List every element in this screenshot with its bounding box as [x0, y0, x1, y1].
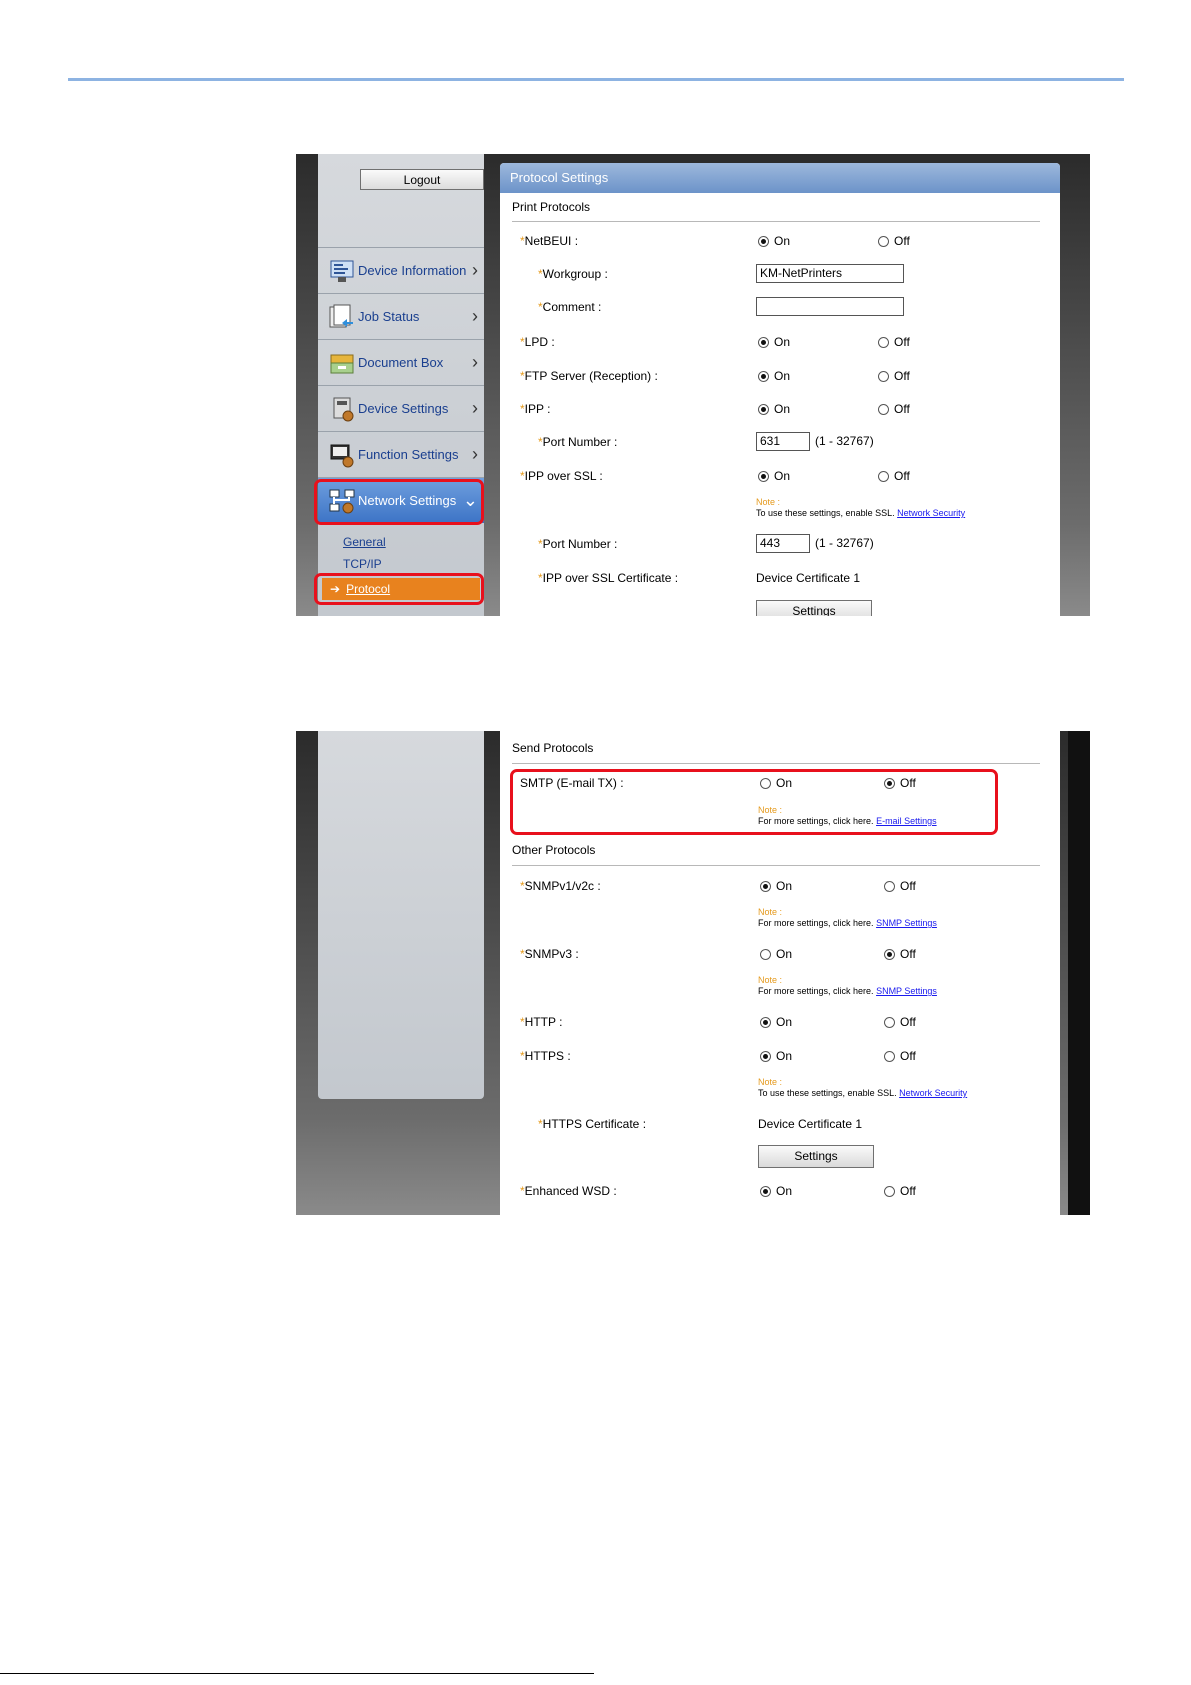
sidebar-item-label: Device Settings	[358, 401, 449, 416]
enhanced-wsd-label: *Enhanced WSD :	[520, 1184, 617, 1198]
logout-button[interactable]: Logout	[360, 169, 484, 190]
http-label: *HTTP :	[520, 1015, 563, 1029]
chevron-right-icon: ›	[472, 260, 478, 280]
device-settings-icon	[328, 395, 356, 423]
sidebar-item-document-box[interactable]: Document Box ›	[318, 339, 484, 385]
panel-title: Protocol Settings	[500, 163, 1060, 193]
https-cert-settings-button[interactable]: Settings	[758, 1145, 874, 1168]
ipp-ssl-off-radio[interactable]: Off	[878, 469, 910, 483]
protocol-settings-panel: Send Protocols SMTP (E-mail TX) : On Off…	[500, 731, 1060, 1215]
sidebar-subitem-general[interactable]: General	[343, 535, 386, 549]
document-box-icon	[328, 349, 356, 377]
ssl-cert-value: Device Certificate 1	[756, 571, 861, 585]
snmpv1-note: Note : For more settings, click here. SN…	[758, 907, 937, 928]
ipp-off-radio[interactable]: Off	[878, 402, 910, 416]
snmpv3-note: Note : For more settings, click here. SN…	[758, 975, 937, 996]
lpd-on-radio[interactable]: On	[758, 335, 790, 349]
https-note: Note : To use these settings, enable SSL…	[758, 1077, 968, 1098]
ssl-cert-settings-button[interactable]: Settings	[756, 600, 872, 616]
snmpv1-on-radio[interactable]: On	[760, 879, 792, 893]
screenshot-protocol-settings: Logout Device Information › Job Status ›…	[296, 154, 1090, 616]
https-cert-label: *HTTPS Certificate :	[538, 1117, 647, 1131]
snmpv1-label: *SNMPv1/v2c :	[520, 879, 601, 893]
device-information-icon	[328, 257, 356, 285]
snmp-settings-link[interactable]: SNMP Settings	[876, 986, 937, 996]
comment-label: *Comment :	[538, 300, 602, 314]
ssl-port-input[interactable]: 443	[756, 534, 810, 553]
protocol-settings-panel: Protocol Settings Print Protocols *NetBE…	[500, 163, 1060, 616]
highlight-smtp	[510, 769, 998, 835]
chevron-right-icon: ›	[472, 352, 478, 372]
comment-input[interactable]	[756, 297, 904, 316]
ftp-on-radio[interactable]: On	[758, 369, 790, 383]
sidebar-item-label: Job Status	[358, 309, 420, 324]
ipp-ssl-label: *IPP over SSL :	[520, 469, 603, 483]
lpd-label: *LPD :	[520, 335, 555, 349]
snmp-settings-link[interactable]: SNMP Settings	[876, 918, 937, 928]
page-bottom-rule	[0, 1673, 594, 1674]
network-security-link[interactable]: Network Security	[899, 1088, 967, 1098]
lpd-off-radio[interactable]: Off	[878, 335, 910, 349]
ftp-off-radio[interactable]: Off	[878, 369, 910, 383]
sidebar-item-device-information[interactable]: Device Information ›	[318, 247, 484, 293]
sidebar-item-job-status[interactable]: Job Status ›	[318, 293, 484, 339]
chevron-right-icon: ›	[472, 306, 478, 326]
netbeui-off-radio[interactable]: Off	[878, 234, 910, 248]
sidebar	[318, 731, 484, 1099]
ssl-port-label: *Port Number :	[538, 537, 618, 551]
function-settings-icon	[328, 441, 356, 469]
netbeui-on-radio[interactable]: On	[758, 234, 790, 248]
job-status-icon	[328, 303, 356, 331]
http-off-radio[interactable]: Off	[884, 1015, 916, 1029]
ipp-port-input[interactable]: 631	[756, 432, 810, 451]
ipp-ssl-on-radio[interactable]: On	[758, 469, 790, 483]
sidebar-item-device-settings[interactable]: Device Settings ›	[318, 385, 484, 431]
section-divider	[512, 865, 1040, 866]
section-other-protocols: Other Protocols	[512, 843, 596, 857]
highlight-protocol	[314, 573, 484, 605]
ssl-note: Note : To use these settings, enable SSL…	[756, 497, 966, 518]
snmpv1-off-radio[interactable]: Off	[884, 879, 916, 893]
enhanced-wsd-off-radio[interactable]: Off	[884, 1184, 916, 1198]
http-on-radio[interactable]: On	[760, 1015, 792, 1029]
section-print-protocols: Print Protocols	[512, 200, 591, 214]
https-cert-value: Device Certificate 1	[758, 1117, 863, 1131]
netbeui-label: *NetBEUI :	[520, 234, 579, 248]
ipp-label: *IPP :	[520, 402, 551, 416]
workgroup-label: *Workgroup :	[538, 267, 608, 281]
snmpv3-off-radio[interactable]: Off	[884, 947, 916, 961]
workgroup-input[interactable]: KM-NetPrinters	[756, 264, 904, 283]
section-divider	[512, 221, 1040, 222]
https-on-radio[interactable]: On	[760, 1049, 792, 1063]
page-top-rule	[68, 78, 1124, 81]
section-divider	[512, 763, 1040, 764]
snmpv3-label: *SNMPv3 :	[520, 947, 579, 961]
sidebar-subitem-tcpip[interactable]: TCP/IP	[343, 557, 382, 571]
snmpv3-on-radio[interactable]: On	[760, 947, 792, 961]
ipp-port-range: (1 - 32767)	[815, 434, 874, 448]
sidebar-item-label: Document Box	[358, 355, 444, 370]
ssl-cert-label: *IPP over SSL Certificate :	[538, 571, 679, 585]
sidebar: Logout Device Information › Job Status ›…	[314, 154, 484, 616]
chevron-right-icon: ›	[472, 444, 478, 464]
enhanced-wsd-on-radio[interactable]: On	[760, 1184, 792, 1198]
screenshot-protocol-settings-continued: Send Protocols SMTP (E-mail TX) : On Off…	[296, 731, 1090, 1215]
sidebar-item-label: Function Settings	[358, 447, 459, 462]
ftp-label: *FTP Server (Reception) :	[520, 369, 658, 383]
section-send-protocols: Send Protocols	[512, 741, 594, 755]
highlight-network-settings	[314, 479, 484, 525]
ssl-port-range: (1 - 32767)	[815, 536, 874, 550]
ipp-port-label: *Port Number :	[538, 435, 618, 449]
chevron-right-icon: ›	[472, 398, 478, 418]
sidebar-item-function-settings[interactable]: Function Settings ›	[318, 431, 484, 477]
network-security-link[interactable]: Network Security	[897, 508, 965, 518]
https-off-radio[interactable]: Off	[884, 1049, 916, 1063]
https-label: *HTTPS :	[520, 1049, 571, 1063]
sidebar-item-label: Device Information	[358, 263, 467, 278]
ipp-on-radio[interactable]: On	[758, 402, 790, 416]
scrollbar[interactable]	[1068, 731, 1090, 1215]
